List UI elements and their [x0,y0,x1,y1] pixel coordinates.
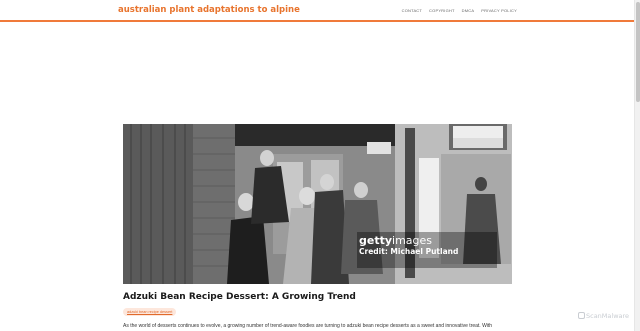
nav-contact[interactable]: CONTACT [402,8,422,13]
post-title[interactable]: Adzuki Bean Recipe Dessert: A Growing Tr… [123,292,356,302]
site-header: australian plant adaptations to alpine C… [0,0,634,22]
page-scrollbar[interactable] [634,0,640,331]
scrollbar-thumb[interactable] [636,2,640,102]
getty-watermark: gettyimages Credit: Michael Putland [359,234,499,256]
nav-copyright[interactable]: COPYRIGHT [429,8,455,13]
post-intro: As the world of desserts continues to ev… [123,323,493,329]
nav-privacy-policy[interactable]: PRIVACY POLICY [481,8,517,13]
watermark-brand: gettyimages [359,234,433,247]
watermark-credit: Credit: Michael Putland [359,247,459,256]
badge-label: ScanMalware [586,312,630,320]
hero-image: gettyimages Credit: Michael Putland [123,124,512,284]
nav-dmca[interactable]: DMCA [462,8,475,13]
scanmalware-badge[interactable]: ScanMalware [578,312,629,320]
post-tag[interactable]: adzuki bean recipe dessert [123,308,177,316]
scanmalware-icon [578,312,585,319]
main-nav: CONTACT COPYRIGHT DMCA PRIVACY POLICY [402,8,517,13]
hero-photo [123,124,512,284]
site-title[interactable]: australian plant adaptations to alpine [118,5,300,15]
